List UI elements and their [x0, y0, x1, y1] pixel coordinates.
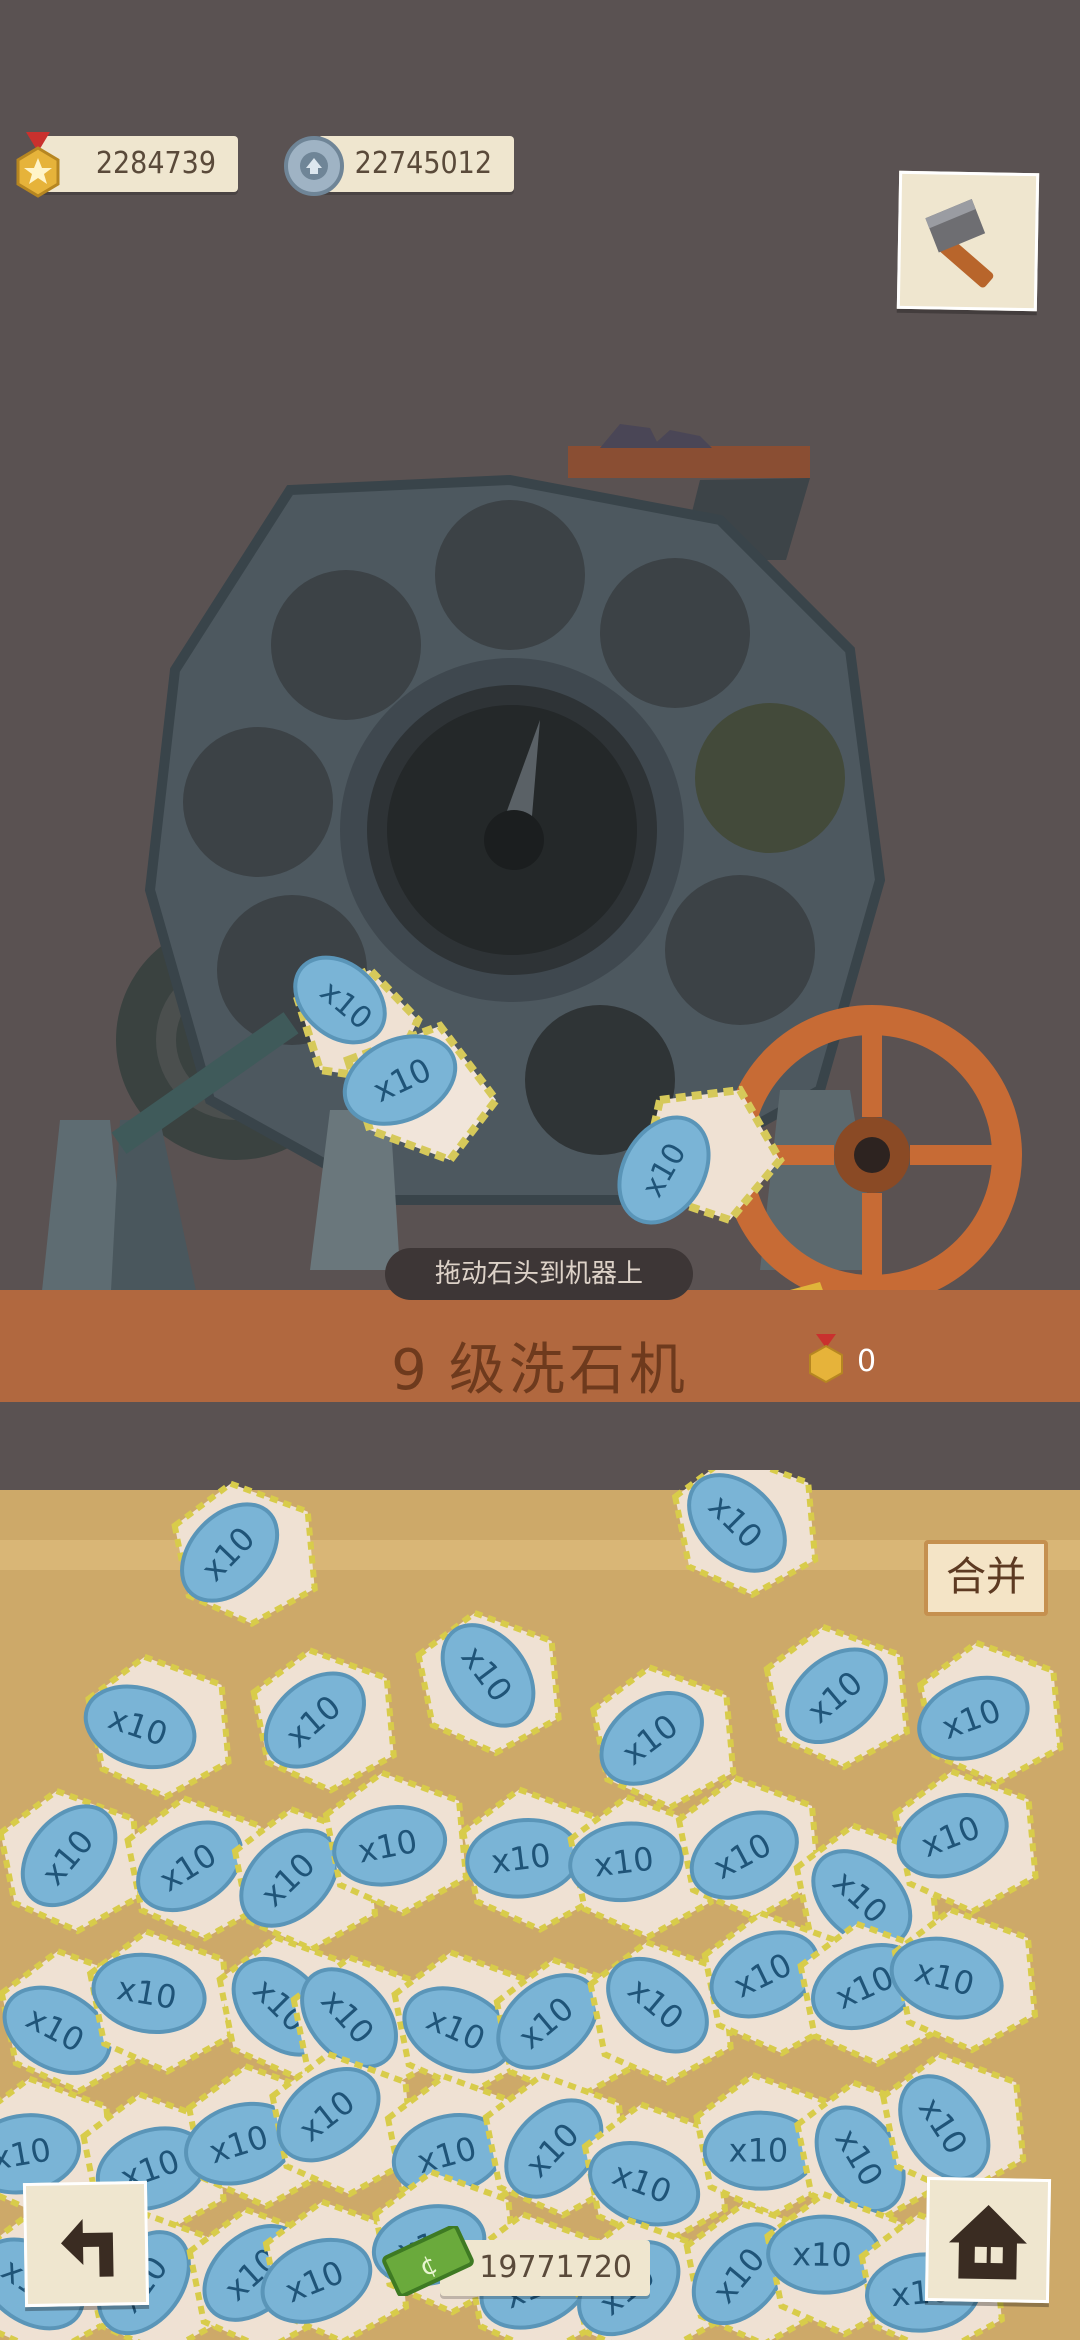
- pile-stone[interactable]: x10: [415, 1608, 562, 1757]
- machine-level-number: 9: [391, 1338, 431, 1403]
- pile-stone[interactable]: x10: [671, 1470, 819, 1599]
- tool-button[interactable]: [896, 170, 1040, 312]
- pile-stone[interactable]: x10: [163, 1480, 318, 1627]
- hammer-icon: [925, 199, 994, 288]
- house-icon: [948, 2205, 1027, 2280]
- pile-stone-tag: x10: [792, 2235, 852, 2274]
- gear-count-value: 22745012: [354, 146, 492, 181]
- pile-stone[interactable]: x10: [75, 1653, 232, 1801]
- drag-hint: 拖动石头到机器上: [385, 1248, 693, 1300]
- pile-stone-tag: x10: [592, 1840, 656, 1885]
- back-arrow-icon: [60, 2219, 114, 2277]
- medal-count-value: 2284739: [95, 146, 216, 181]
- cash-value: 19771720: [479, 2250, 632, 2285]
- gear-icon: [284, 136, 344, 196]
- stones-on-machine: x10 x10 x10: [293, 955, 785, 1225]
- medal-counter: 2284739: [40, 136, 238, 192]
- pile-stone[interactable]: x10: [908, 1639, 1064, 1787]
- machine-stone: x10: [617, 1085, 785, 1225]
- pile-stone[interactable]: x10: [584, 1663, 737, 1811]
- cash-icon: ¢: [382, 2226, 474, 2296]
- gear-counter: 22745012: [318, 136, 514, 192]
- machine-medal-count: 0: [857, 1344, 877, 1379]
- machine-level-title: 9 级洗石机: [340, 1325, 740, 1406]
- pile-stone[interactable]: x10: [0, 1787, 144, 1935]
- medal-icon: [16, 132, 60, 198]
- back-button[interactable]: [22, 2180, 150, 2308]
- pile-stone[interactable]: x10: [763, 1623, 910, 1771]
- stone-pile: x10 x10x10 x10x10x10x10 x10x10 x10 x10 x10 x10 x…: [0, 1470, 1064, 2340]
- pile-stone-tag: x10: [489, 1836, 553, 1881]
- medal-icon: [809, 1334, 843, 1384]
- merge-button[interactable]: 合并: [924, 1540, 1048, 1616]
- pile-stone-tag: x10: [729, 2132, 789, 2170]
- pile-stone[interactable]: x10: [248, 1646, 397, 1794]
- machine-level-name: 级洗石机: [448, 1338, 689, 1403]
- home-button[interactable]: [924, 2176, 1052, 2304]
